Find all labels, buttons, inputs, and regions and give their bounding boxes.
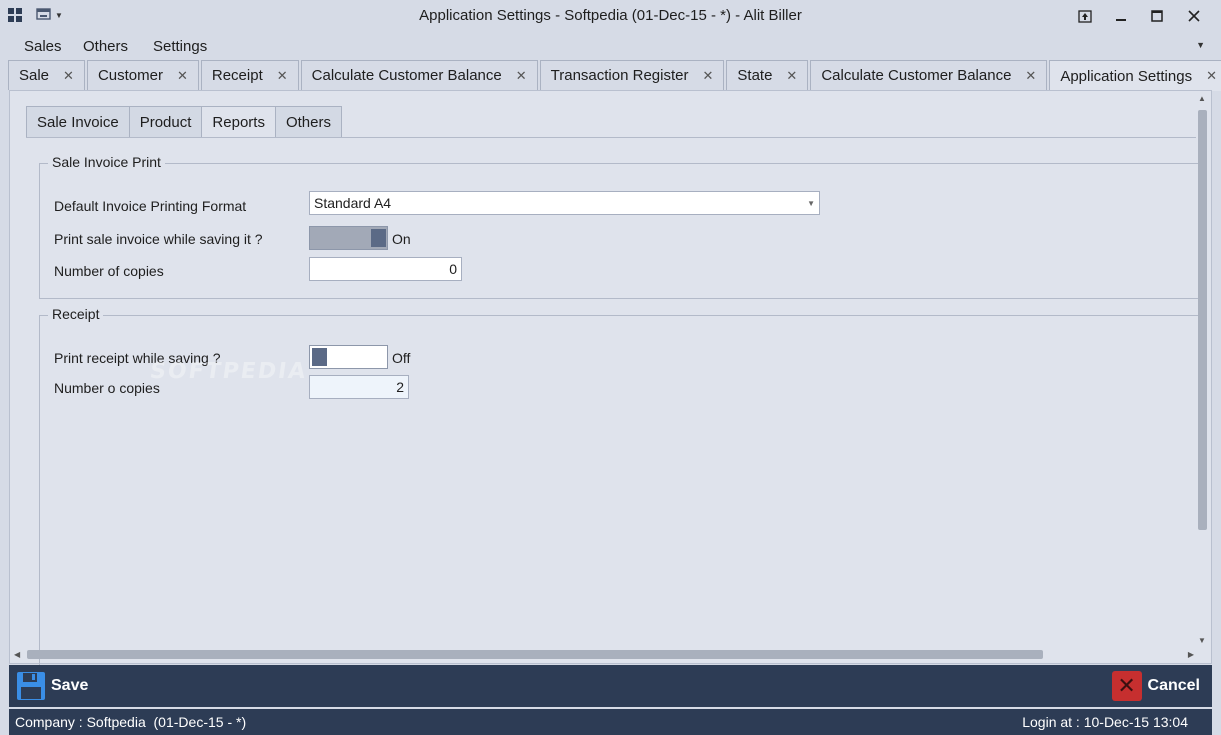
floppy-disk-icon [17, 672, 45, 700]
close-icon[interactable] [1180, 4, 1208, 28]
doc-tab-label: Application Settings [1060, 67, 1193, 85]
tab-divider [26, 137, 1196, 138]
doc-tab-transaction-register[interactable]: Transaction Register ✕ [539, 60, 725, 90]
print-invoice-state: On [392, 231, 411, 247]
scroll-up-icon[interactable]: ▲ [1198, 94, 1206, 103]
dropdown-icon[interactable]: ▼ [55, 11, 63, 20]
watermark: SOFTPEDIA [148, 359, 309, 384]
vertical-scrollbar[interactable]: ▲ ▼ [1195, 92, 1210, 647]
group-title: Receipt [48, 306, 104, 322]
format-label: Default Invoice Printing Format [54, 198, 247, 214]
maximize-icon[interactable] [1143, 4, 1171, 28]
doc-tab-label: State [737, 67, 773, 84]
tab-product[interactable]: Product [128, 106, 203, 137]
close-tab-icon[interactable]: ✕ [786, 68, 797, 84]
doc-tab-calculate-customer-balance-2[interactable]: Calculate Customer Balance ✕ [810, 60, 1048, 90]
group-title: Sale Invoice Print [48, 154, 165, 170]
doc-tab-customer[interactable]: Customer ✕ [86, 60, 199, 90]
doc-tab-application-settings[interactable]: Application Settings ✕ [1049, 60, 1221, 91]
close-tab-icon[interactable]: ✕ [277, 68, 288, 84]
horizontal-scrollbar[interactable]: ◀ ▶ [11, 647, 1197, 662]
print-invoice-label: Print sale invoice while saving it ? [54, 231, 263, 247]
sale-invoice-print-group: Sale Invoice Print Default Invoice Print… [39, 154, 1199, 299]
settings-panel: Sale Invoice Product Reports Others Sale… [9, 90, 1212, 675]
doc-tab-label: Calculate Customer Balance [821, 67, 1012, 84]
company-status: Company : Softpedia (01-Dec-15 - *) [15, 714, 247, 730]
app-grid-icon[interactable] [8, 8, 22, 22]
status-bar: Company : Softpedia (01-Dec-15 - *) Logi… [9, 709, 1212, 735]
toggle-knob [371, 229, 386, 247]
doc-tab-label: Receipt [211, 67, 263, 84]
doc-tab-state[interactable]: State ✕ [726, 60, 809, 90]
menu-sales[interactable]: Sales [24, 38, 62, 55]
close-tab-icon[interactable]: ✕ [702, 68, 713, 84]
cancel-x-icon: ✕ [1111, 671, 1142, 701]
window-title: Application Settings - Softpedia (01-Dec… [419, 7, 802, 24]
invoice-copies-input[interactable]: 0 [309, 257, 462, 281]
login-status: Login at : 10-Dec-15 13:04 [1022, 714, 1188, 730]
pin-icon[interactable] [1071, 4, 1099, 28]
doc-tab-calculate-customer-balance[interactable]: Calculate Customer Balance ✕ [300, 60, 538, 90]
close-tab-icon[interactable]: ✕ [63, 68, 74, 84]
frame-left [0, 665, 9, 735]
close-tab-icon[interactable]: ✕ [1025, 68, 1036, 84]
scroll-right-icon[interactable]: ▶ [1188, 650, 1194, 659]
doc-tab-label: Calculate Customer Balance [311, 67, 502, 84]
copies-label: Number of copies [54, 263, 164, 279]
menu-others[interactable]: Others [83, 38, 128, 55]
tab-reports[interactable]: Reports [201, 106, 276, 137]
tab-others[interactable]: Others [274, 106, 342, 137]
doc-tab-sale[interactable]: Sale ✕ [8, 60, 85, 90]
print-receipt-state: Off [392, 350, 411, 366]
invoice-format-value: Standard A4 [314, 195, 392, 211]
print-invoice-toggle[interactable] [309, 226, 388, 250]
doc-tab-label: Customer [97, 67, 163, 84]
print-receipt-toggle[interactable] [309, 345, 388, 369]
cancel-button[interactable]: ✕ Cancel [1111, 669, 1200, 703]
save-button[interactable]: Save [15, 669, 88, 703]
quick-access-toolbar: ▼ [8, 8, 63, 22]
document-tabs: Sale ✕ Customer ✕ Receipt ✕ Calculate Cu… [8, 60, 1221, 91]
doc-tab-label: Transaction Register [550, 67, 689, 84]
scroll-down-icon[interactable]: ▼ [1198, 636, 1206, 645]
minimize-icon[interactable] [1107, 4, 1135, 28]
receipt-copies-input[interactable]: 2 [309, 375, 409, 399]
chevron-down-icon[interactable]: ▼ [807, 199, 815, 208]
save-label: Save [51, 677, 89, 694]
chevron-down-icon[interactable]: ▼ [1196, 40, 1205, 50]
menu-settings[interactable]: Settings [153, 38, 207, 55]
frame-right [1212, 665, 1221, 735]
menu-bar: Sales Others Settings ▼ [0, 34, 1221, 58]
close-tab-icon[interactable]: ✕ [177, 68, 188, 84]
quick-access-icon[interactable] [36, 8, 52, 22]
close-tab-icon[interactable]: ✕ [1206, 68, 1217, 84]
tab-sale-invoice[interactable]: Sale Invoice [26, 106, 130, 137]
scroll-thumb[interactable] [27, 650, 1043, 659]
settings-tabs: Sale Invoice Product Reports Others [26, 106, 342, 137]
scroll-thumb[interactable] [1198, 110, 1207, 530]
action-bar: Save ✕ Cancel [9, 665, 1212, 707]
scroll-left-icon[interactable]: ◀ [14, 650, 20, 659]
title-bar: ▼ Application Settings - Softpedia (01-D… [0, 0, 1221, 32]
receipt-copies-label: Number o copies [54, 380, 160, 396]
close-tab-icon[interactable]: ✕ [516, 68, 527, 84]
cancel-label: Cancel [1147, 677, 1200, 694]
doc-tab-receipt[interactable]: Receipt ✕ [200, 60, 299, 90]
toggle-knob [312, 348, 327, 366]
invoice-format-select[interactable]: Standard A4 ▼ [309, 191, 820, 215]
doc-tab-label: Sale [19, 67, 50, 84]
